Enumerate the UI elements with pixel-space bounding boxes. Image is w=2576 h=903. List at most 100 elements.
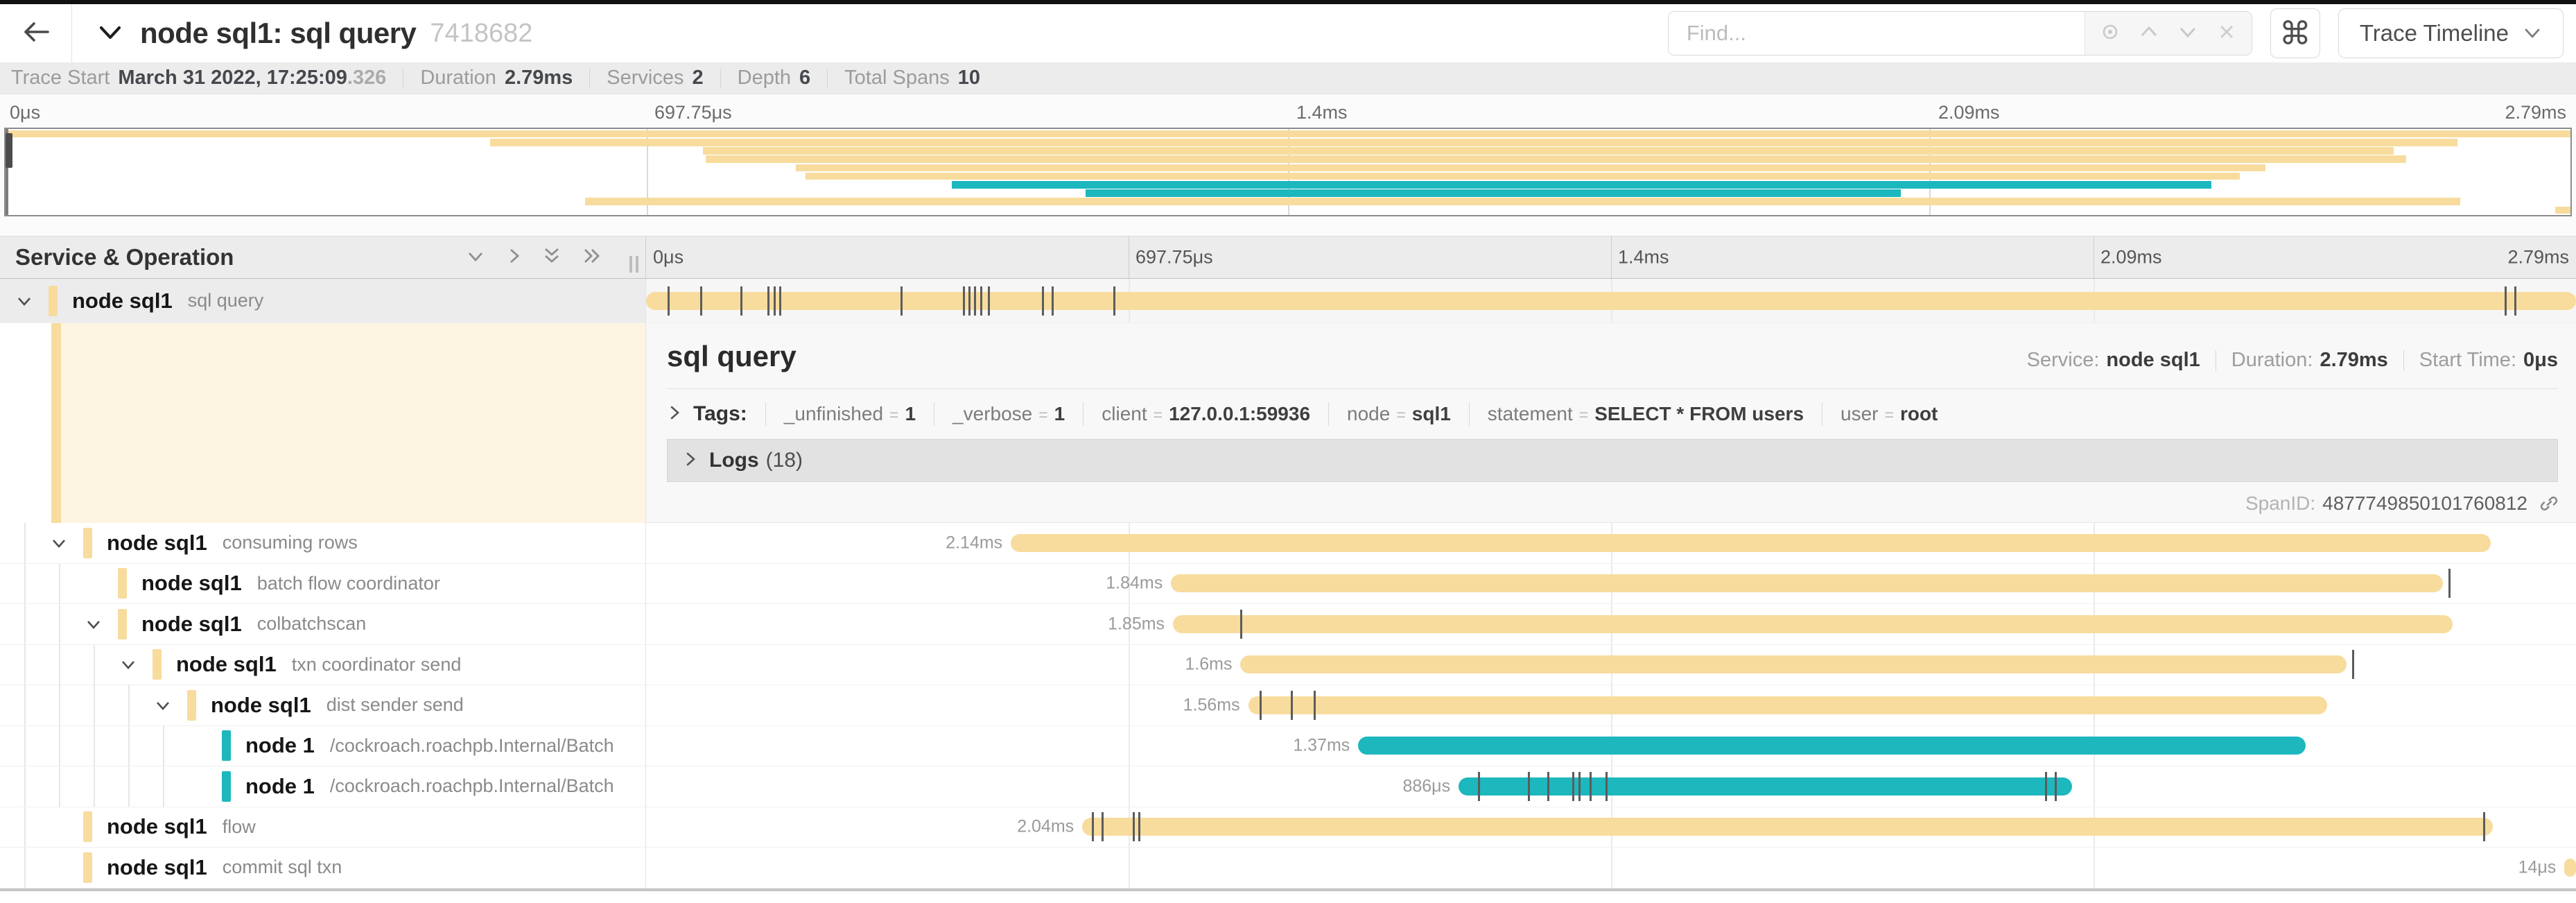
span-bar[interactable] <box>1082 818 2493 836</box>
chevron-down-icon[interactable] <box>15 293 33 309</box>
span-tree-item[interactable]: node sql1dist sender send <box>0 685 646 726</box>
target-icon <box>2098 20 2122 47</box>
gridline <box>1611 848 1612 888</box>
trace-view-selector[interactable]: Trace Timeline <box>2338 8 2564 58</box>
operation-name: colbatchscan <box>257 613 367 635</box>
match-locate-button[interactable] <box>2091 12 2130 55</box>
find-input[interactable] <box>1669 12 2085 55</box>
span-bar-cell[interactable]: 14μs <box>646 848 2576 888</box>
span-tree-item[interactable]: node sql1txn coordinator send <box>0 645 646 686</box>
span-rows: node sql1sql query sql query Service:nod… <box>0 279 2576 891</box>
chevron-down-icon[interactable] <box>154 698 172 713</box>
span-row[interactable]: node sql1commit sql txn14μs <box>0 848 2576 888</box>
tag-item[interactable]: client=127.0.0.1:59936 <box>1102 403 1310 425</box>
span-row[interactable]: node sql1dist sender send1.56ms <box>0 685 2576 726</box>
span-bar-cell[interactable]: 886μs <box>646 766 2576 807</box>
tag-item[interactable]: _verbose=1 <box>952 403 1065 425</box>
next-match-button[interactable] <box>2168 12 2207 55</box>
double-chevron-right-icon <box>580 246 604 270</box>
column-resize-handle[interactable] <box>629 256 638 273</box>
tag-item[interactable]: _unfinished=1 <box>784 403 916 425</box>
span-row[interactable]: node sql1sql query <box>0 279 2576 323</box>
minimap-rows <box>6 130 2570 214</box>
log-tick <box>1478 772 1480 801</box>
minimap-span-bar <box>806 173 2239 180</box>
minimap-row <box>6 138 2570 146</box>
service-name: node sql1 <box>107 531 207 556</box>
span-row[interactable]: node 1/cockroach.roachpb.Internal/Batch8… <box>0 766 2576 807</box>
span-bar[interactable] <box>1358 737 2306 755</box>
log-tick <box>2514 286 2516 316</box>
tags-accordion-header[interactable]: Tags: _unfinished=1_verbose=1client=127.… <box>667 389 2558 439</box>
span-tree-item[interactable]: node sql1batch flow coordinator <box>0 564 646 605</box>
back-button[interactable] <box>0 4 72 62</box>
collapse-all-button[interactable] <box>541 245 562 270</box>
span-row[interactable]: node sql1flow2.04ms <box>0 807 2576 848</box>
span-bar-cell[interactable]: 1.6ms <box>646 645 2576 686</box>
span-bar-cell[interactable]: 1.85ms <box>646 604 2576 645</box>
span-bar[interactable] <box>1173 615 2453 633</box>
prev-match-button[interactable] <box>2130 12 2168 55</box>
expand-all-button[interactable] <box>580 246 604 270</box>
tag-item[interactable]: statement=SELECT * FROM users <box>1488 403 1804 425</box>
span-color-bar <box>187 690 196 721</box>
chevron-down-icon[interactable] <box>119 657 137 672</box>
tag-item[interactable]: user=root <box>1840 403 1938 425</box>
span-bar-cell[interactable] <box>646 279 2576 323</box>
trace-collapse-toggle[interactable] <box>96 19 125 48</box>
span-row[interactable]: node sql1batch flow coordinator1.84ms <box>0 564 2576 605</box>
chevron-down-icon <box>2176 22 2200 46</box>
trace-minimap[interactable] <box>4 128 2572 216</box>
span-tree-item[interactable]: node sql1commit sql txn <box>0 848 646 888</box>
span-bar-cell[interactable]: 1.84ms <box>646 564 2576 605</box>
minimap-span-bar <box>796 164 2265 172</box>
chevron-down-icon <box>465 246 486 269</box>
span-tree-item[interactable]: node sql1 consuming rows <box>0 523 646 564</box>
span-tree-item[interactable]: node sql1colbatchscan <box>0 604 646 645</box>
tag-key: statement <box>1488 403 1573 425</box>
span-tree-item[interactable]: node 1/cockroach.roachpb.Internal/Batch <box>0 726 646 767</box>
collapse-one-button[interactable] <box>465 246 486 269</box>
span-bar-cell[interactable]: 1.56ms <box>646 685 2576 726</box>
tag-equals: = <box>1579 406 1588 424</box>
span-row[interactable]: node sql1 consuming rows 2.14ms <box>0 523 2576 564</box>
indent-guide <box>24 645 26 685</box>
gridline <box>2094 848 2095 888</box>
span-tree-item[interactable]: node 1/cockroach.roachpb.Internal/Batch <box>0 766 646 807</box>
span-tree-item[interactable]: node sql1sql query <box>0 279 646 323</box>
span-row[interactable]: node 1/cockroach.roachpb.Internal/Batch1… <box>0 726 2576 767</box>
tag-item[interactable]: node=sql1 <box>1347 403 1451 425</box>
chevron-down-icon[interactable] <box>85 617 103 632</box>
tag-value: 127.0.0.1:59936 <box>1169 403 1310 425</box>
expand-one-button[interactable] <box>504 246 523 270</box>
gridline <box>1129 726 1130 766</box>
find-buttons <box>2085 12 2252 55</box>
span-bar[interactable] <box>646 292 2576 310</box>
operation-name: txn coordinator send <box>292 654 462 676</box>
span-bar-cell[interactable]: 2.04ms <box>646 807 2576 848</box>
span-bar[interactable] <box>1459 777 2072 796</box>
span-bar[interactable] <box>1011 534 2491 552</box>
span-bar-cell[interactable]: 2.14ms <box>646 523 2576 564</box>
keyboard-shortcuts-button[interactable]: ⌘ <box>2270 8 2320 58</box>
operation-name: consuming rows <box>223 532 358 553</box>
span-bar[interactable] <box>1248 696 2327 714</box>
chevron-right-icon <box>683 449 698 472</box>
logs-accordion-header[interactable]: Logs (18) <box>667 439 2558 482</box>
link-icon[interactable] <box>2537 492 2561 515</box>
span-row[interactable]: node sql1colbatchscan1.85ms <box>0 604 2576 645</box>
clear-find-button[interactable] <box>2207 12 2246 55</box>
span-bar[interactable] <box>1171 574 2443 592</box>
minimap-scrubber-handle[interactable] <box>6 133 12 168</box>
operation-name: commit sql txn <box>223 857 342 878</box>
span-bar[interactable] <box>1240 655 2346 673</box>
span-bar[interactable] <box>2564 859 2576 877</box>
tag-value: root <box>1900 403 1938 425</box>
indent-guide <box>59 564 60 604</box>
gridline <box>1129 685 1130 725</box>
span-bar-cell[interactable]: 1.37ms <box>646 726 2576 767</box>
chevron-down-icon[interactable] <box>50 535 68 551</box>
span-row[interactable]: node sql1txn coordinator send1.6ms <box>0 645 2576 686</box>
indent-guide <box>24 523 26 563</box>
span-tree-item[interactable]: node sql1flow <box>0 807 646 848</box>
